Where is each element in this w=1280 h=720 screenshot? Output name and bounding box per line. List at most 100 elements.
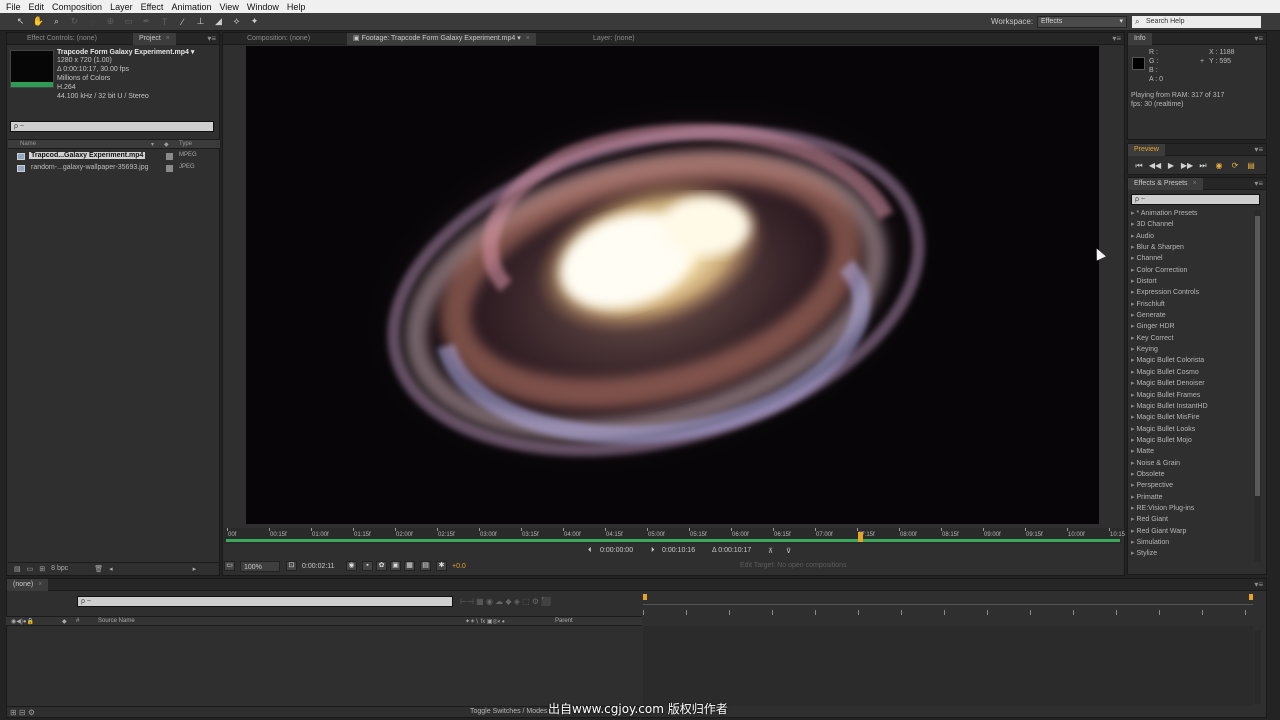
effect-category[interactable]: RE:Vision Plug-ins [1131, 503, 1252, 514]
menu-view[interactable]: View [219, 2, 238, 12]
label-color-swatch[interactable] [166, 165, 173, 172]
effect-category[interactable]: Key Correct [1131, 333, 1252, 344]
trash-icon[interactable]: 🗑 [94, 565, 103, 573]
menu-composition[interactable]: Composition [52, 2, 102, 12]
project-item[interactable]: Trapcod...Galaxy Experiment.mp4 MPEG [8, 151, 220, 162]
panel-menu-icon[interactable]: ▾≡ [207, 34, 216, 43]
col-name[interactable]: Name [20, 141, 36, 147]
label-icon[interactable]: ◆ [62, 618, 67, 625]
timeline-layer-area[interactable] [643, 626, 1253, 706]
scroll-right-icon[interactable]: ▸ [193, 565, 197, 573]
effect-category[interactable]: Noise & Grain [1131, 458, 1252, 469]
rotate-tool-icon[interactable]: ↻ [67, 15, 82, 28]
toggle-switches-modes[interactable]: Toggle Switches / Modes [470, 708, 547, 715]
menu-help[interactable]: Help [287, 2, 306, 12]
effect-category[interactable]: Distort [1131, 276, 1252, 287]
preview-button-1[interactable]: ◀◀ [1147, 160, 1163, 171]
footage-viewer[interactable] [246, 46, 1099, 524]
out-point[interactable]: 0:00:10:16 [662, 547, 695, 554]
effect-category[interactable]: Magic Bullet MisFire [1131, 412, 1252, 423]
current-time[interactable]: 0:00:02:11 [302, 561, 335, 572]
preview-button-2[interactable]: ▶ [1163, 160, 1179, 171]
region-icon[interactable]: ▭ [224, 561, 235, 571]
effect-category[interactable]: Color Correction [1131, 265, 1252, 276]
lock-icon[interactable]: ▣ [353, 35, 362, 42]
effect-category[interactable]: Magic Bullet Colorista [1131, 355, 1252, 366]
timeline-switches-icons[interactable]: ⊢⊣ ▦ ◉ ☁ ◆ ◈ ⬚ ⚙ ⬛ [460, 597, 551, 606]
close-icon[interactable]: × [166, 35, 170, 42]
preview-button-6[interactable]: ⟳ [1227, 160, 1243, 171]
tab-footage[interactable]: ▣ Footage: Trapcode Form Galaxy Experime… [347, 33, 536, 45]
effect-category[interactable]: Obsolete [1131, 469, 1252, 480]
work-area-bar[interactable] [226, 539, 1120, 542]
current-time-indicator[interactable] [858, 532, 863, 542]
preview-button-3[interactable]: ▶▶ [1179, 160, 1195, 171]
show-snapshot-icon[interactable]: ▪ [362, 561, 373, 571]
project-search-input[interactable]: ρ ~ [10, 121, 214, 132]
preview-button-5[interactable]: ◉ [1211, 160, 1227, 171]
menu-effect[interactable]: Effect [141, 2, 164, 12]
timeline-search-input[interactable]: ρ ~ [77, 596, 453, 607]
bpc-label[interactable]: 8 bpc [51, 565, 68, 572]
panel-menu-icon[interactable]: ▾≡ [1254, 580, 1263, 589]
effect-category[interactable]: Perspective [1131, 480, 1252, 491]
tab-effect-controls[interactable]: Effect Controls: (none) [21, 33, 103, 45]
region-of-interest-icon[interactable]: ▣ [390, 561, 401, 571]
effect-category[interactable]: Primatte [1131, 492, 1252, 503]
effect-category[interactable]: Magic Bullet Frames [1131, 390, 1252, 401]
search-help-input[interactable]: ⌕ Search Help [1132, 16, 1261, 28]
exposure-value[interactable]: +0.0 [452, 561, 466, 572]
effects-scrollbar[interactable] [1254, 210, 1261, 562]
effect-category[interactable]: Frischluft [1131, 299, 1252, 310]
tab-composition[interactable]: Composition: (none) [241, 33, 316, 45]
tab-timeline-none[interactable]: (none) × [7, 579, 49, 591]
menu-layer[interactable]: Layer [110, 2, 133, 12]
menu-window[interactable]: Window [247, 2, 279, 12]
av-switches-icon[interactable]: ◉◀)●🔒 [11, 618, 34, 625]
menu-edit[interactable]: Edit [29, 2, 45, 12]
effect-category[interactable]: 3D Channel [1131, 219, 1252, 230]
effect-category[interactable]: Magic Bullet Denoiser [1131, 378, 1252, 389]
tab-project[interactable]: Project × [133, 33, 176, 45]
layer-switches-icons[interactable]: ✦✶∖ fx ▣◎◐◕ [465, 618, 505, 625]
workspace-select[interactable]: Effects [1037, 16, 1127, 28]
work-area-start[interactable] [643, 594, 647, 600]
effects-search-input[interactable]: ρ ~ [1131, 194, 1260, 205]
channel-icon[interactable]: ✿ [376, 561, 387, 571]
set-in-icon[interactable]: ⏴ [588, 547, 592, 555]
new-comp-icon[interactable]: ⊞ [39, 565, 45, 573]
set-out-icon[interactable]: ⏵ [651, 547, 655, 555]
timeline-ruler[interactable] [643, 593, 1253, 623]
mask-tool-icon[interactable]: ▭ [121, 15, 136, 28]
snapshot-icon[interactable]: ◉ [346, 561, 357, 571]
zoom-select[interactable]: 100% [240, 561, 280, 572]
interpret-icon[interactable]: ▤ [14, 565, 21, 573]
in-point[interactable]: 0:00:00:00 [600, 547, 633, 554]
effect-category[interactable]: Generate [1131, 310, 1252, 321]
effect-category[interactable]: * Animation Presets [1131, 208, 1252, 219]
panel-menu-icon[interactable]: ▾≡ [1254, 145, 1263, 154]
effect-category[interactable]: Stylize [1131, 548, 1252, 559]
effects-scroll-thumb[interactable] [1255, 216, 1260, 496]
effect-category[interactable]: Blur & Sharpen [1131, 242, 1252, 253]
project-item[interactable]: random-...galaxy-wallpaper-35693.jpg JPEG [8, 163, 220, 174]
overlay-edit-icon[interactable]: ⊽ [786, 547, 791, 555]
time-ruler[interactable]: 00f 00:15f 01:00f 01:15f 02:00f 02:15f 03:00f 0… [224, 528, 1125, 544]
transparency-grid-icon[interactable]: ▦ [404, 561, 415, 571]
exposure-icon[interactable]: ✱ [436, 561, 447, 571]
preview-button-7[interactable]: ▤ [1243, 160, 1259, 171]
eraser-tool-icon[interactable]: ◢ [211, 15, 226, 28]
clone-tool-icon[interactable]: ⊥ [193, 15, 208, 28]
menu-file[interactable]: File [6, 2, 21, 12]
effect-category[interactable]: Audio [1131, 231, 1252, 242]
timeline-bottom-icons[interactable]: ⊞ ⊟ ⚙ [10, 708, 35, 717]
puppet-tool-icon[interactable]: ✦ [247, 15, 262, 28]
label-color-swatch[interactable] [166, 153, 173, 160]
effect-category[interactable]: Channel [1131, 253, 1252, 264]
pen-tool-icon[interactable]: ✒ [139, 15, 154, 28]
preview-button-0[interactable]: ⏮ [1131, 160, 1147, 171]
roto-tool-icon[interactable]: ⟡ [229, 15, 244, 28]
work-area-end[interactable] [1249, 594, 1253, 600]
timeline-scrollbar[interactable] [1254, 630, 1261, 704]
ripple-insert-icon[interactable]: ⊼ [768, 547, 773, 555]
